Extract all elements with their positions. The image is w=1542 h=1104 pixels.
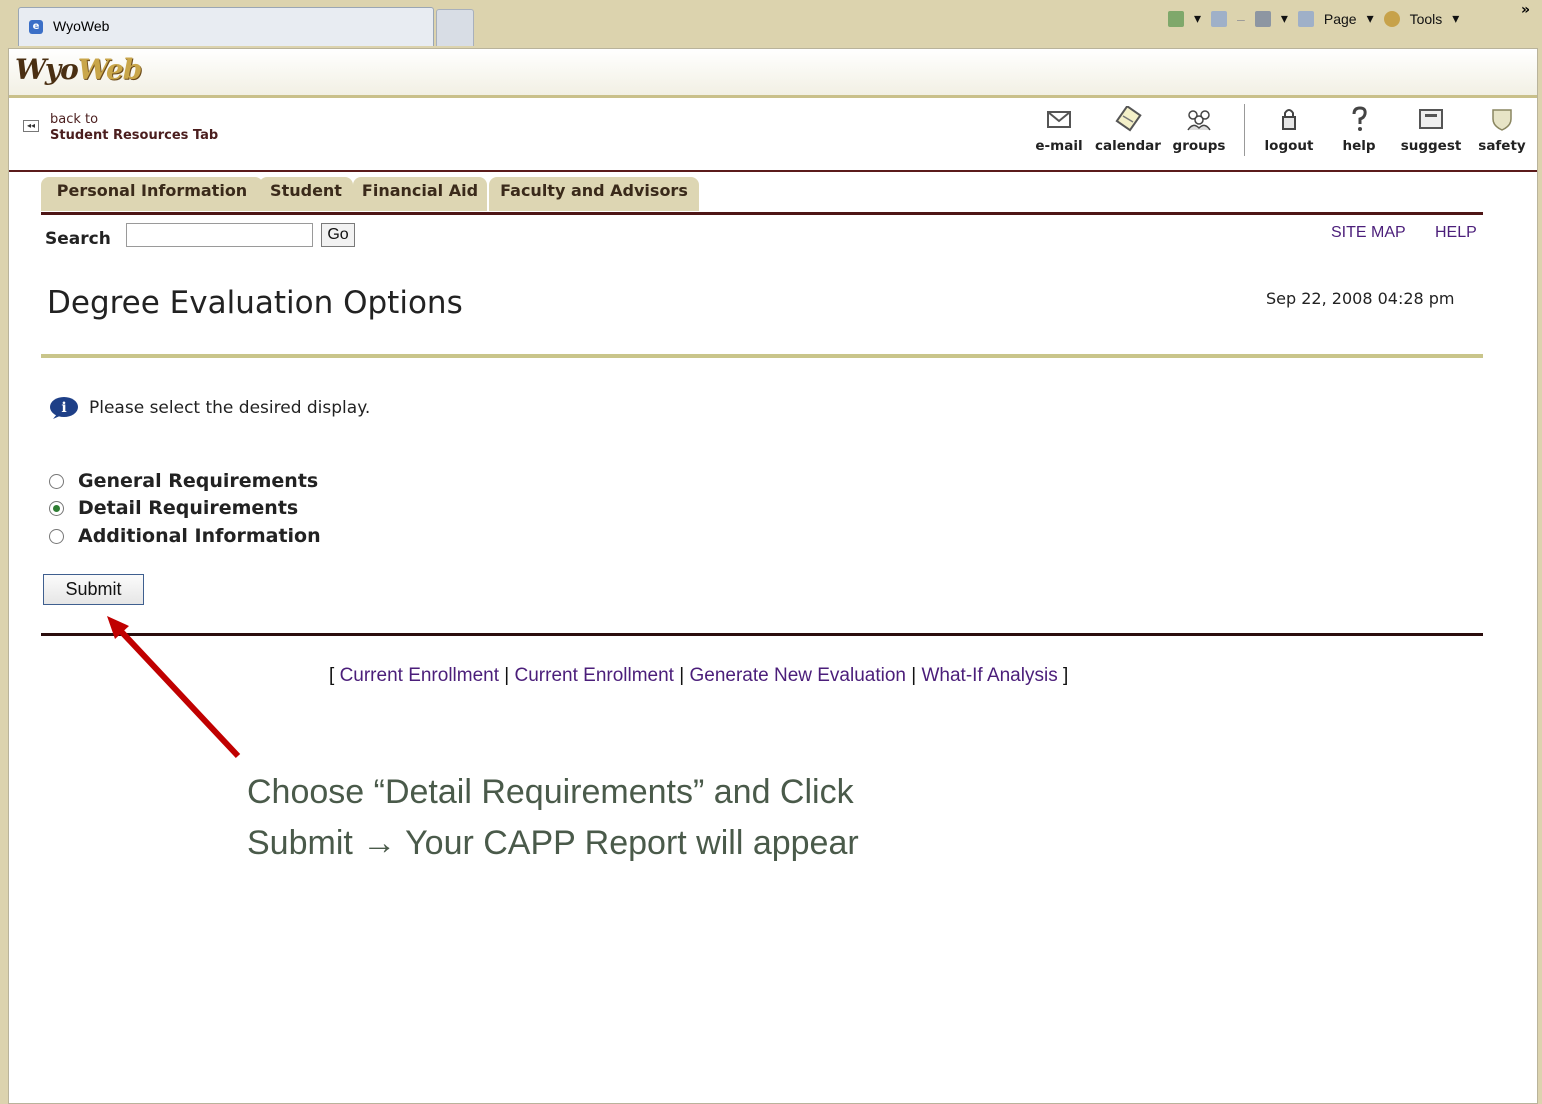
bracket-close: ] [1062,665,1069,686]
dropdown-arrow-icon[interactable]: ▾ [1452,10,1459,27]
svg-text:i: i [61,400,66,416]
separator: | [679,665,685,686]
dropdown-arrow-icon[interactable]: ▾ [1194,10,1201,27]
shield-icon [1492,109,1512,131]
go-button[interactable]: Go [321,223,355,247]
help-link[interactable]: HELP [1435,224,1477,242]
link-current-enrollment[interactable]: Current Enrollment [340,665,499,686]
back-link[interactable]: back to Student Resources Tab [50,112,218,144]
footer-rule [41,633,1483,636]
print-icon[interactable] [1254,10,1271,27]
gear-icon [1383,10,1400,27]
annotation-line2: Submit → Your CAPP Report will appear [247,824,859,862]
calendar-icon [1115,106,1142,132]
tab-personal-information[interactable]: Personal Information [41,177,263,211]
toolbar-divider [1244,104,1245,156]
footer-links: [ Current Enrollment | Current Enrollmen… [329,665,1068,687]
email-label: e-mail [1035,138,1083,154]
tab-financial-aid[interactable]: Financial Aid [353,177,487,211]
envelope-icon [1047,111,1071,128]
help-tool[interactable]: help [1339,106,1379,154]
groups-label: groups [1172,138,1226,154]
feeds-icon[interactable] [1211,10,1228,27]
submit-button[interactable]: Submit [43,574,144,605]
back-link-line2: Student Resources Tab [50,128,219,143]
calendar-tool[interactable]: calendar [1093,106,1163,154]
browser-tab[interactable]: e WyoWeb [18,7,434,46]
tab-faculty-advisors[interactable]: Faculty and Advisors [489,177,699,211]
tab-student[interactable]: Student [259,177,353,211]
radio-label: Additional Information [78,525,321,547]
help-label: help [1342,138,1376,154]
radio-button[interactable] [49,474,64,489]
safety-tool[interactable]: safety [1473,106,1531,154]
divider: – [1237,10,1245,27]
page-icon [1297,10,1314,27]
tab-rule [41,212,1483,215]
padlock-icon [1282,109,1296,130]
question-icon [1352,106,1367,131]
ie-favicon-icon: e [29,20,43,34]
wyoweb-logo: WyoWeb [15,53,142,86]
suggestion-box-icon [1419,109,1443,129]
dropdown-arrow-icon[interactable]: ▾ [1367,10,1374,27]
link-current-enrollment-2[interactable]: Current Enrollment [515,665,674,686]
radio-label: Detail Requirements [78,497,299,519]
chevron-more-icon[interactable]: » [1521,2,1530,18]
safety-label: safety [1478,138,1526,154]
radio-button-selected[interactable] [49,501,64,516]
info-message: Please select the desired display. [89,398,371,418]
radio-label: General Requirements [78,470,319,492]
people-icon [1187,110,1211,131]
groups-tool[interactable]: groups [1167,106,1231,154]
home-icon[interactable] [1168,10,1184,27]
calendar-label: calendar [1095,138,1161,154]
browser-tab-bar: e WyoWeb ▾ – ▾ Page ▾ Tools ▾ » [0,0,1542,48]
link-what-if-analysis[interactable]: What-If Analysis [921,665,1057,686]
title-divider [41,354,1483,358]
search-label: Search [45,229,111,249]
logout-tool[interactable]: logout [1261,106,1317,154]
separator: | [911,665,917,686]
page-title: Degree Evaluation Options [47,285,463,321]
search-input[interactable] [126,223,313,247]
back-link-line1: back to [50,112,99,127]
brand-bar: WyoWeb [9,49,1537,98]
top-nav: ◂◂ back to Student Resources Tab e-mail … [9,98,1537,172]
annotation-line1: Choose “Detail Requirements” and Click [247,773,854,811]
link-generate-new-evaluation[interactable]: Generate New Evaluation [689,665,906,686]
logout-label: logout [1264,138,1314,154]
email-tool[interactable]: e-mail [1031,106,1087,154]
back-arrow-icon[interactable]: ◂◂ [23,120,39,132]
timestamp: Sep 22, 2008 04:28 pm [1266,289,1455,308]
browser-tab-title: WyoWeb [53,18,110,34]
bracket-open: [ [329,665,335,686]
radio-button[interactable] [49,529,64,544]
info-icon: i [50,397,78,419]
separator: | [504,665,510,686]
page-menu[interactable]: Page [1324,11,1357,27]
tools-menu[interactable]: Tools [1410,11,1443,27]
arrow-line [114,624,241,759]
suggest-label: suggest [1400,138,1462,154]
web-page: WyoWeb ◂◂ back to Student Resources Tab … [8,48,1538,1104]
command-bar: ▾ – ▾ Page ▾ Tools ▾ [1168,10,1459,27]
new-tab-button[interactable] [436,9,474,46]
suggest-tool[interactable]: suggest [1397,106,1465,154]
dropdown-arrow-icon[interactable]: ▾ [1281,10,1288,27]
site-map-link[interactable]: SITE MAP [1331,224,1406,242]
instruction-annotation: Choose “Detail Requirements” and Click S… [247,767,859,869]
